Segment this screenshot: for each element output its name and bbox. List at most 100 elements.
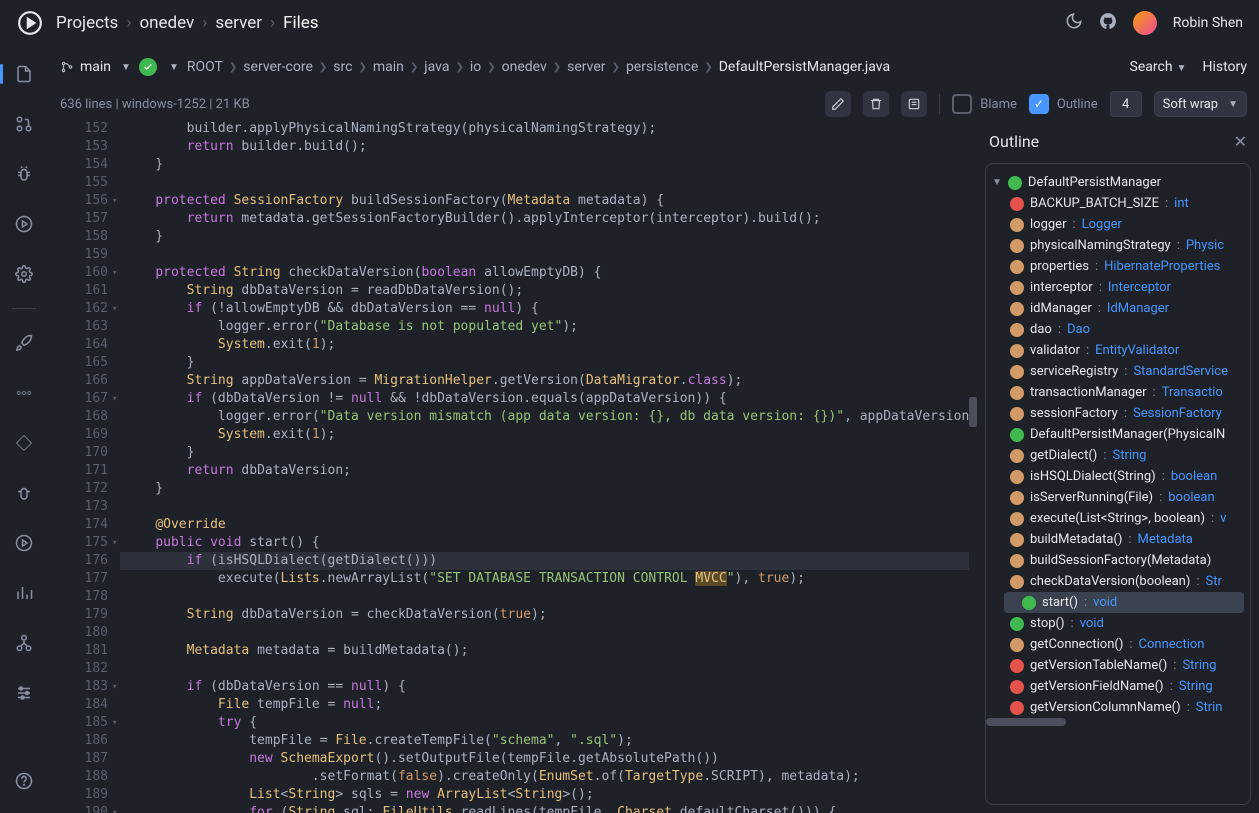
outline-item[interactable]: dao : Dao xyxy=(998,319,1250,340)
sidebar-play2-icon[interactable] xyxy=(8,527,40,559)
line-number[interactable]: 155 xyxy=(48,174,108,192)
search-link[interactable]: Search▼ xyxy=(1130,59,1187,75)
line-number[interactable]: 183 xyxy=(48,678,108,696)
fold-toggle[interactable]: ▾ xyxy=(112,804,120,813)
line-number[interactable]: 190 xyxy=(48,804,108,813)
path-seg[interactable]: io xyxy=(470,59,481,75)
path-seg[interactable]: server xyxy=(567,59,605,75)
status-chevron-icon[interactable]: ▼ xyxy=(169,62,179,73)
sidebar-help-icon[interactable] xyxy=(8,765,40,797)
outline-item[interactable]: isServerRunning(File) : boolean xyxy=(998,487,1250,508)
code-line[interactable]: for (String sql: FileUtils.readLines(tem… xyxy=(120,804,969,813)
code-line[interactable]: return metadata.getSessionFactoryBuilder… xyxy=(120,210,969,228)
wrap-select[interactable]: Soft wrap▼ xyxy=(1154,91,1247,117)
minimap-scrollbar[interactable] xyxy=(969,120,977,813)
line-number[interactable]: 184 xyxy=(48,696,108,714)
history-link[interactable]: History xyxy=(1202,59,1247,75)
app-logo[interactable] xyxy=(16,9,44,37)
path-seg[interactable]: ROOT xyxy=(187,59,223,75)
line-number[interactable]: 180 xyxy=(48,624,108,642)
fold-toggle[interactable]: ▾ xyxy=(112,390,120,408)
code-line[interactable] xyxy=(120,174,969,192)
code-line[interactable]: String dbDataVersion = readDbDataVersion… xyxy=(120,282,969,300)
code-line[interactable]: try { xyxy=(120,714,969,732)
sidebar-chart-icon[interactable] xyxy=(8,577,40,609)
code-line[interactable]: Metadata metadata = buildMetadata(); xyxy=(120,642,969,660)
code-line[interactable]: } xyxy=(120,156,969,174)
outline-item[interactable]: idManager : IdManager xyxy=(998,298,1250,319)
line-number[interactable]: 158 xyxy=(48,228,108,246)
code-line[interactable]: return dbDataVersion; xyxy=(120,462,969,480)
code-line[interactable] xyxy=(120,498,969,516)
line-number[interactable]: 179 xyxy=(48,606,108,624)
outline-item[interactable]: isHSQLDialect(String) : boolean xyxy=(998,466,1250,487)
sidebar-play-icon[interactable] xyxy=(8,208,40,240)
top-crumb-files[interactable]: Files xyxy=(283,13,318,33)
code-line[interactable]: if (dbDataVersion != null && !dbDataVers… xyxy=(120,390,969,408)
outline-item[interactable]: getDialect() : String xyxy=(998,445,1250,466)
path-seg[interactable]: java xyxy=(424,59,449,75)
line-number[interactable]: 153 xyxy=(48,138,108,156)
outline-toggle[interactable]: Outline xyxy=(1029,94,1098,114)
outline-item[interactable]: getVersionFieldName() : String xyxy=(998,676,1250,697)
code-line[interactable]: builder.applyPhysicalNamingStrategy(phys… xyxy=(120,120,969,138)
line-number[interactable]: 159 xyxy=(48,246,108,264)
sidebar-files-icon[interactable] xyxy=(8,58,40,90)
branch-selector[interactable]: main ▼ xyxy=(60,59,131,75)
line-number[interactable]: 162 xyxy=(48,300,108,318)
line-number[interactable]: 157 xyxy=(48,210,108,228)
sidebar-sliders-icon[interactable] xyxy=(8,677,40,709)
code-line[interactable]: String appDataVersion = MigrationHelper.… xyxy=(120,372,969,390)
outline-item[interactable]: getVersionTableName() : String xyxy=(998,655,1250,676)
code-line[interactable]: } xyxy=(120,228,969,246)
line-number[interactable]: 165 xyxy=(48,354,108,372)
outline-root[interactable]: ▼ DefaultPersistManager xyxy=(986,172,1250,193)
line-number[interactable]: 152 xyxy=(48,120,108,138)
fold-toggle[interactable]: ▾ xyxy=(112,264,120,282)
outline-item[interactable]: getConnection() : Connection xyxy=(998,634,1250,655)
line-number[interactable]: 186 xyxy=(48,732,108,750)
code-line[interactable]: logger.error("Database is not populated … xyxy=(120,318,969,336)
code-line[interactable]: } xyxy=(120,354,969,372)
code-line[interactable]: } xyxy=(120,480,969,498)
sidebar-pr-icon[interactable] xyxy=(8,108,40,140)
edit-button[interactable] xyxy=(825,91,851,117)
code-line[interactable]: String dbDataVersion = checkDataVersion(… xyxy=(120,606,969,624)
code-line[interactable]: System.exit(1); xyxy=(120,426,969,444)
theme-icon[interactable] xyxy=(1065,12,1083,34)
sidebar-dots-icon[interactable] xyxy=(8,377,40,409)
blame-toggle[interactable]: Blame xyxy=(952,94,1017,114)
outline-item[interactable]: interceptor : Interceptor xyxy=(998,277,1250,298)
line-number[interactable]: 154 xyxy=(48,156,108,174)
outline-item[interactable]: physicalNamingStrategy : Physic xyxy=(998,235,1250,256)
outline-item[interactable]: BACKUP_BATCH_SIZE : int xyxy=(998,193,1250,214)
fold-toggle[interactable]: ▾ xyxy=(112,678,120,696)
sidebar-rocket-icon[interactable] xyxy=(8,327,40,359)
code-line[interactable] xyxy=(120,624,969,642)
outline-item[interactable]: sessionFactory : SessionFactory xyxy=(998,403,1250,424)
fold-toggle[interactable]: ▾ xyxy=(112,192,120,210)
top-crumb-server[interactable]: server xyxy=(215,13,262,33)
code-line[interactable]: logger.error("Data version mismatch (app… xyxy=(120,408,969,426)
code-line[interactable]: List<String> sqls = new ArrayList<String… xyxy=(120,786,969,804)
sidebar-diamond-icon[interactable] xyxy=(8,427,40,459)
code-line[interactable]: .setFormat(false).createOnly(EnumSet.of(… xyxy=(120,768,969,786)
outline-item[interactable]: logger : Logger xyxy=(998,214,1250,235)
sidebar-tree-icon[interactable] xyxy=(8,627,40,659)
sidebar-gear-icon[interactable] xyxy=(8,258,40,290)
line-number[interactable]: 161 xyxy=(48,282,108,300)
top-crumb-onedev[interactable]: onedev xyxy=(139,13,194,33)
path-seg[interactable]: main xyxy=(373,59,404,75)
code-line[interactable]: public void start() { xyxy=(120,534,969,552)
outline-item[interactable]: stop() : void xyxy=(998,613,1250,634)
line-number[interactable]: 178 xyxy=(48,588,108,606)
github-icon[interactable] xyxy=(1099,12,1117,34)
line-number[interactable]: 169 xyxy=(48,426,108,444)
line-number[interactable]: 168 xyxy=(48,408,108,426)
code-line[interactable]: File tempFile = null; xyxy=(120,696,969,714)
raw-button[interactable] xyxy=(901,91,927,117)
line-number[interactable]: 177 xyxy=(48,570,108,588)
outline-item[interactable]: DefaultPersistManager(PhysicalN xyxy=(998,424,1250,445)
outline-item[interactable]: properties : HibernateProperties xyxy=(998,256,1250,277)
line-number[interactable]: 174 xyxy=(48,516,108,534)
